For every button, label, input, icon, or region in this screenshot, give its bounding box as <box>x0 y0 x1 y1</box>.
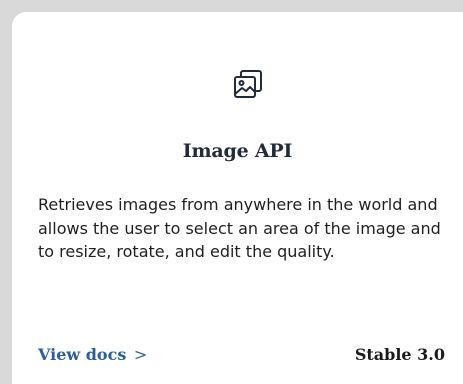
api-card: Image API Retrieves images from anywhere… <box>12 12 463 384</box>
card-description: Retrieves images from anywhere in the wo… <box>38 195 441 261</box>
view-docs-label: View docs <box>38 344 127 364</box>
status-badge: Stable 3.0 <box>354 344 445 364</box>
image-gallery-icon <box>234 70 262 98</box>
card-title: Image API <box>182 140 293 162</box>
view-docs-link[interactable]: View docs > <box>38 345 147 364</box>
card-footer: View docs > Stable 3.0 <box>38 342 445 366</box>
chevron-right-icon: > <box>133 344 148 364</box>
